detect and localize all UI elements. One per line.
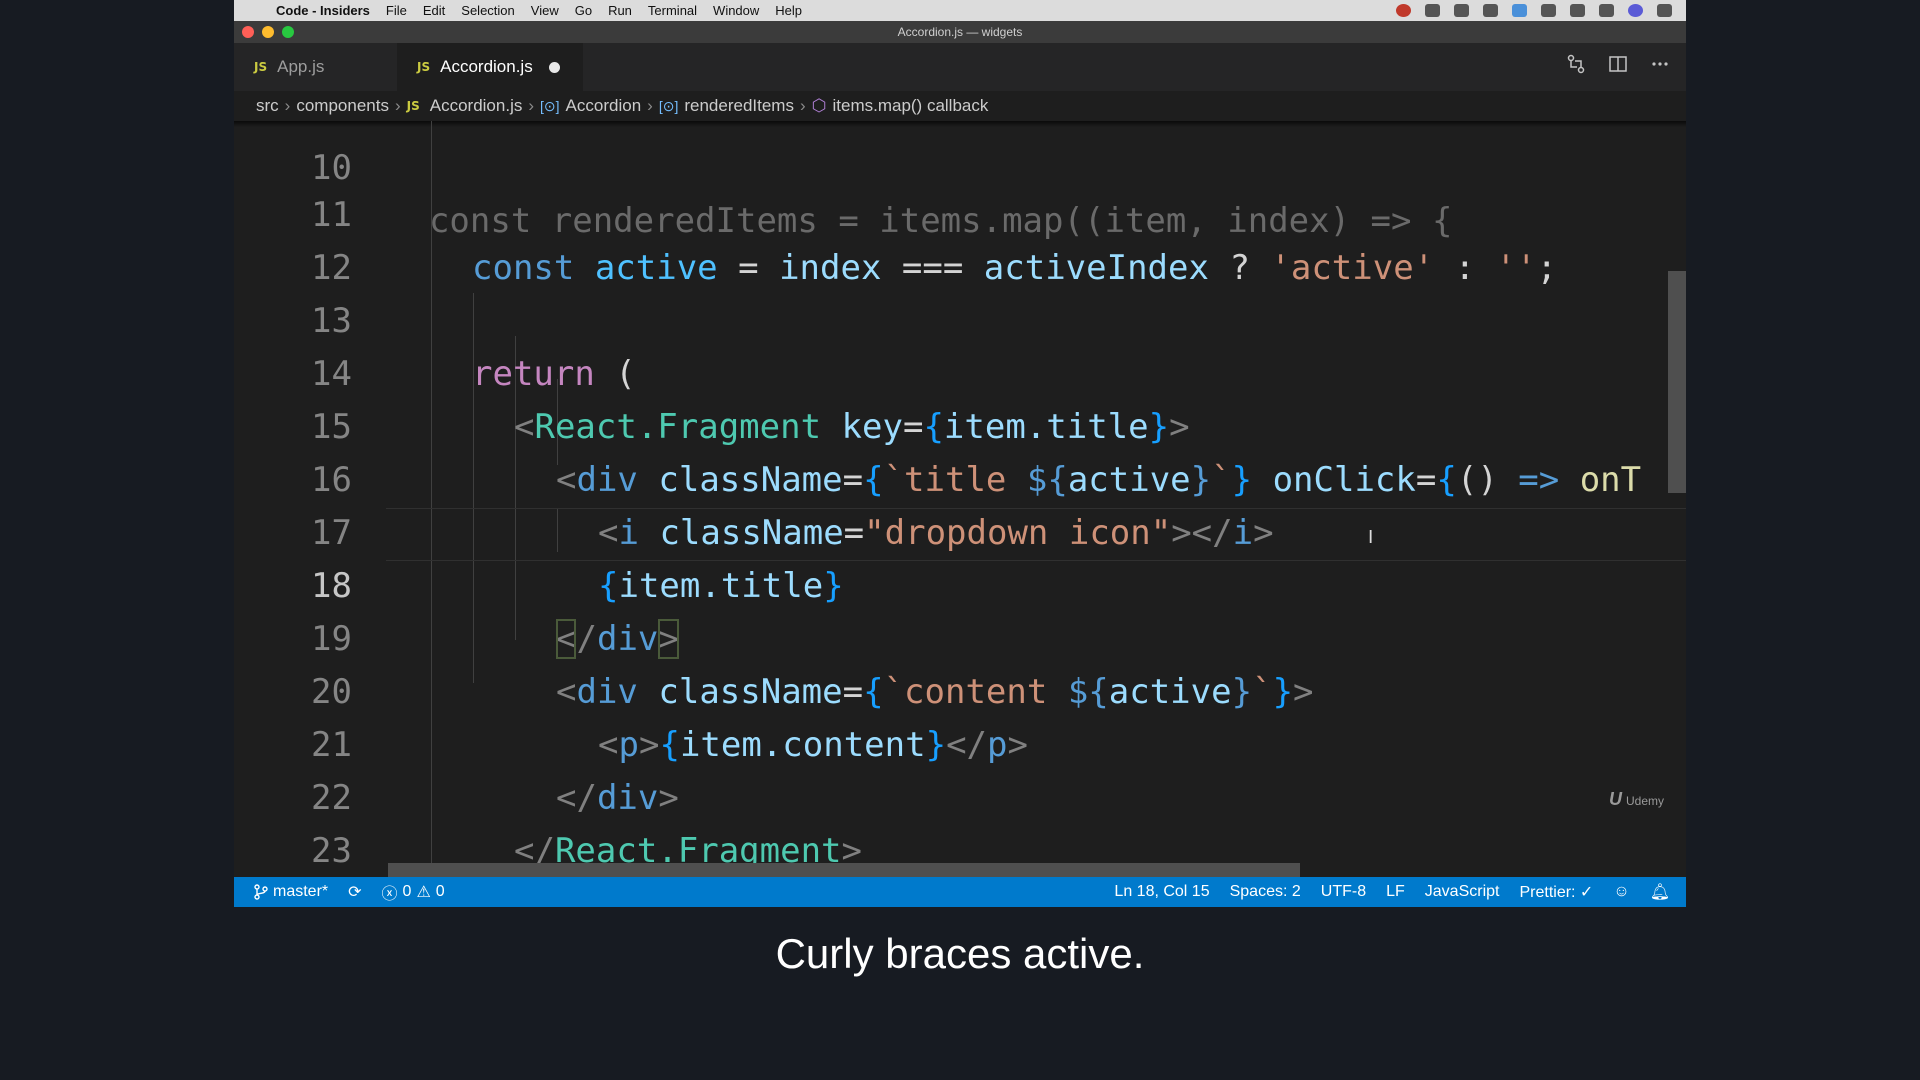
chevron-right-icon: › (394, 96, 401, 115)
code-line-16: 16 <i className="dropdown icon"></i> (234, 401, 1686, 553)
javascript-file-icon: JS (254, 60, 268, 74)
code-line-12: 12 (234, 189, 1686, 288)
traffic-lights (242, 26, 294, 38)
chevron-right-icon: › (528, 96, 535, 115)
tab-accordion-js[interactable]: JS Accordion.js (397, 43, 583, 91)
udemy-watermark: U Udemy (1609, 789, 1664, 810)
watermark-text: Udemy (1625, 794, 1664, 808)
spotlight-search-icon[interactable] (1599, 4, 1614, 17)
code-line-21: 21 </div> (234, 666, 1686, 818)
method-cube-icon: ⬡ (811, 96, 827, 115)
variable-symbol-icon: [⊙] (658, 97, 679, 114)
tab-label: App.js (277, 57, 325, 76)
code-line-14: 14 <React.Fragment key={item.title}> (234, 295, 1686, 447)
breadcrumb-callback[interactable]: items.map() callback (832, 96, 988, 116)
wifi-icon[interactable] (1541, 4, 1556, 17)
status-right: Ln 18, Col 15 Spaces: 2 UTF-8 LF JavaScr… (1104, 882, 1686, 902)
menu-terminal[interactable]: Terminal (640, 3, 705, 18)
javascript-file-icon: JS (417, 60, 431, 74)
display-icon[interactable] (1512, 4, 1527, 17)
breadcrumb: src › components › JS Accordion.js › [⊙]… (234, 91, 1686, 121)
branch-name: master* (273, 883, 329, 900)
git-branch-icon (254, 884, 268, 900)
breadcrumb-file[interactable]: Accordion.js (430, 96, 523, 116)
chevron-right-icon: › (799, 96, 806, 115)
problems-indicator[interactable]: ⓧ 0 ⚠ 0 (372, 880, 455, 904)
code-line-15: 15 <div className={`title ${active}`} on… (234, 348, 1686, 500)
menu-run[interactable]: Run (600, 3, 640, 18)
creative-cloud-icon[interactable] (1483, 4, 1498, 17)
code-line-17: 17 {item.title} (234, 454, 1686, 606)
code-editor[interactable]: 10 const renderedItems = items.map((item… (234, 121, 1686, 877)
warning-icon: ⚠ (416, 884, 431, 901)
git-branch[interactable]: master* (234, 883, 338, 901)
editor-tab-bar: JS App.js JS Accordion.js (234, 43, 1686, 91)
code-line-18: 18 </div> (234, 507, 1686, 659)
code-line-20: 20 <p>{item.content}</p> (234, 613, 1686, 765)
app-menu[interactable]: Code - Insiders (268, 3, 378, 18)
text-cursor-icon: I (1368, 527, 1374, 548)
vertical-scrollbar[interactable] (1668, 271, 1686, 493)
mac-menubar: Code - Insiders File Edit Selection View… (234, 0, 1686, 21)
indentation[interactable]: Spaces: 2 (1220, 883, 1311, 901)
menu-selection[interactable]: Selection (453, 3, 522, 18)
more-actions-icon[interactable] (1650, 54, 1670, 80)
breadcrumb-accordion[interactable]: Accordion (566, 96, 642, 116)
breadcrumb-src[interactable]: src (256, 96, 279, 116)
zoom-window-button[interactable] (282, 26, 294, 38)
warning-count: 0 (435, 883, 445, 900)
sync-button[interactable]: ⟳ (338, 882, 371, 902)
sync-icon: ⟳ (348, 884, 362, 901)
vscode-window: Code - Insiders File Edit Selection View… (234, 0, 1686, 907)
menu-go[interactable]: Go (567, 3, 600, 18)
code-line-19: 19 <div className={`content ${active}`}> (234, 560, 1686, 712)
menu-help[interactable]: Help (767, 3, 810, 18)
recording-icon[interactable] (1396, 4, 1411, 17)
glasses-icon[interactable] (1454, 4, 1469, 17)
prettier-status[interactable]: Prettier: ✓ (1509, 882, 1603, 902)
udemy-logo-icon: U (1608, 789, 1622, 809)
status-bar: master* ⟳ ⓧ 0 ⚠ 0 Ln 18, Col 15 Spaces: 2 … (234, 877, 1686, 907)
menu-file[interactable]: File (378, 3, 415, 18)
chevron-right-icon: › (284, 96, 291, 115)
chevron-right-icon: › (647, 96, 653, 115)
notifications-bell-icon[interactable]: 🔔︎ (1640, 882, 1686, 902)
menu-view[interactable]: View (523, 3, 567, 18)
code-line-23: 23 ); (234, 772, 1686, 871)
end-of-line[interactable]: LF (1376, 883, 1415, 901)
horizontal-scrollbar[interactable] (388, 863, 1300, 877)
open-changes-icon[interactable] (1566, 54, 1586, 80)
editor-actions (1566, 43, 1670, 91)
siri-icon[interactable] (1628, 4, 1643, 17)
menu-window[interactable]: Window (705, 3, 767, 18)
window-titlebar: Accordion.js — widgets (234, 21, 1686, 43)
tab-app-js[interactable]: JS App.js (234, 43, 397, 91)
close-window-button[interactable] (242, 26, 254, 38)
encoding[interactable]: UTF-8 (1311, 883, 1376, 901)
code-line-22: 22 </React.Fragment> (234, 719, 1686, 871)
cursor-icon[interactable] (1425, 4, 1440, 17)
error-count: 0 (402, 883, 412, 900)
tab-label: Accordion.js (440, 57, 533, 76)
language-mode[interactable]: JavaScript (1415, 883, 1510, 901)
menubar-tray (1396, 4, 1686, 17)
video-caption: Curly braces active. (775, 930, 1145, 977)
battery-icon[interactable] (1570, 4, 1585, 17)
cursor-position[interactable]: Ln 18, Col 15 (1104, 883, 1219, 901)
feedback-icon[interactable]: ☺ (1603, 883, 1639, 901)
breadcrumb-rendered-items[interactable]: renderedItems (684, 96, 794, 116)
variable-symbol-icon: [⊙] (540, 97, 560, 114)
minimize-window-button[interactable] (262, 26, 274, 38)
notification-center-icon[interactable] (1657, 4, 1672, 17)
window-title: Accordion.js — widgets (897, 25, 1023, 39)
error-icon: ⓧ (381, 886, 398, 903)
menu-edit[interactable]: Edit (415, 3, 453, 18)
code-line-11: 11 const active = index === activeIndex … (234, 136, 1686, 288)
code-line-13: 13 return ( (234, 242, 1686, 394)
unsaved-dot-icon[interactable] (548, 61, 560, 73)
split-editor-icon[interactable] (1608, 54, 1628, 80)
javascript-file-icon: JS (406, 99, 420, 113)
breadcrumb-components[interactable]: components (296, 96, 389, 116)
